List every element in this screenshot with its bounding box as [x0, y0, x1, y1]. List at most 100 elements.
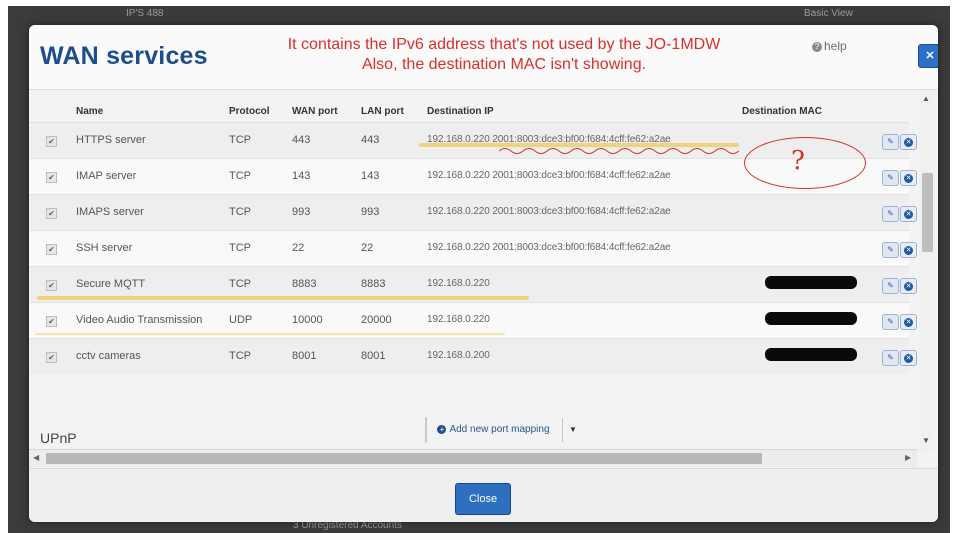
- modal-title: WAN services: [40, 42, 208, 70]
- modal-header: WAN services It contains the IPv6 addres…: [29, 25, 938, 90]
- remove-icon: ✕: [904, 138, 913, 147]
- row-protocol: UDP: [229, 314, 253, 326]
- edit-button[interactable]: ✎: [882, 170, 899, 186]
- row-wan-port: 443: [292, 134, 311, 146]
- row-lan-port: 8883: [361, 278, 386, 290]
- help-label: help: [824, 39, 847, 53]
- horizontal-scroll-thumb[interactable]: [46, 453, 762, 464]
- add-port-mapping-group: + Add new port mapping ▼: [425, 417, 577, 443]
- edit-icon: ✎: [887, 173, 894, 182]
- remove-icon: ✕: [904, 354, 913, 363]
- enabled-checkbox[interactable]: ✔: [46, 244, 57, 255]
- col-name: Name: [76, 106, 104, 117]
- row-destination-ip: 192.168.0.220: [427, 278, 490, 289]
- scroll-left-icon[interactable]: ◀: [33, 453, 39, 462]
- col-destination-mac: Destination MAC: [742, 106, 822, 117]
- row-name: Video Audio Transmission: [76, 314, 203, 326]
- missing-mac-circle: [744, 137, 866, 189]
- vertical-scroll-thumb[interactable]: [922, 173, 933, 252]
- help-link[interactable]: ? help: [812, 39, 847, 53]
- plus-icon: +: [437, 425, 447, 434]
- help-icon: ?: [812, 41, 822, 52]
- row-lan-port: 143: [361, 170, 380, 182]
- edit-icon: ✎: [887, 209, 894, 218]
- row-name: IMAPS server: [76, 206, 144, 218]
- red-squiggle-underline: [499, 148, 739, 154]
- col-wan-port: WAN port: [292, 106, 338, 117]
- table-row[interactable]: ✔ cctv cameras TCP 8001 8001 192.168.0.2…: [29, 338, 917, 374]
- delete-button[interactable]: ✕: [900, 314, 917, 330]
- row-protocol: TCP: [229, 170, 251, 182]
- row-protocol: TCP: [229, 242, 251, 254]
- question-mark-annotation: ?: [791, 146, 805, 176]
- row-destination-ip: 192.168.0.220: [427, 314, 490, 325]
- highlight-underline-mqtt: [37, 296, 529, 300]
- edit-button[interactable]: ✎: [882, 134, 899, 150]
- close-button[interactable]: Close: [455, 483, 511, 515]
- screenshot-annotation: It contains the IPv6 address that's not …: [269, 35, 739, 75]
- row-wan-port: 8001: [292, 350, 317, 362]
- delete-button[interactable]: ✕: [900, 278, 917, 294]
- modal-footer: Close: [29, 468, 938, 522]
- backdrop-top-right-label: Basic View: [804, 8, 853, 19]
- scroll-down-icon[interactable]: ▼: [922, 436, 930, 445]
- edit-icon: ✎: [887, 317, 894, 326]
- backdrop-top-left-label: IP'S 488: [126, 8, 164, 19]
- scroll-up-icon[interactable]: ▲: [922, 94, 930, 103]
- row-wan-port: 10000: [292, 314, 323, 326]
- edit-icon: ✎: [887, 281, 894, 290]
- remove-icon: ✕: [904, 318, 913, 327]
- delete-button[interactable]: ✕: [900, 206, 917, 222]
- add-port-mapping-label: Add new port mapping: [449, 424, 550, 435]
- row-lan-port: 443: [361, 134, 380, 146]
- row-destination-ip: 192.168.0.200: [427, 350, 490, 361]
- annotation-line-2: Also, the destination MAC isn't showing.: [361, 56, 647, 73]
- edit-button[interactable]: ✎: [882, 314, 899, 330]
- redacted-mac: [765, 276, 857, 289]
- delete-button[interactable]: ✕: [900, 242, 917, 258]
- add-mapping-dropdown-toggle[interactable]: ▼: [562, 418, 583, 442]
- edit-icon: ✎: [887, 245, 894, 254]
- delete-button[interactable]: ✕: [900, 134, 917, 150]
- scroll-right-icon[interactable]: ▶: [905, 453, 911, 462]
- modal-close-x-button[interactable]: ✕: [918, 44, 938, 68]
- close-icon: ✕: [925, 50, 935, 62]
- edit-button[interactable]: ✎: [882, 278, 899, 294]
- enabled-checkbox[interactable]: ✔: [46, 280, 57, 291]
- enabled-checkbox[interactable]: ✔: [46, 352, 57, 363]
- edit-button[interactable]: ✎: [882, 206, 899, 222]
- row-lan-port: 22: [361, 242, 374, 254]
- edit-button[interactable]: ✎: [882, 350, 899, 366]
- table-header: Name Protocol WAN port LAN port Destinat…: [29, 90, 917, 122]
- delete-button[interactable]: ✕: [900, 170, 917, 186]
- redacted-mac: [765, 312, 857, 325]
- enabled-checkbox[interactable]: ✔: [46, 208, 57, 219]
- edit-icon: ✎: [887, 353, 894, 362]
- col-destination-ip: Destination IP: [427, 106, 494, 117]
- col-protocol: Protocol: [229, 106, 270, 117]
- col-lan-port: LAN port: [361, 106, 404, 117]
- upnp-section-heading: UPnP: [40, 430, 77, 446]
- row-wan-port: 143: [292, 170, 311, 182]
- wan-services-modal: WAN services It contains the IPv6 addres…: [29, 25, 938, 522]
- enabled-checkbox[interactable]: ✔: [46, 172, 57, 183]
- edit-icon: ✎: [887, 137, 894, 146]
- table-row[interactable]: ✔ IMAPS server TCP 993 993 192.168.0.220…: [29, 194, 917, 230]
- edit-button[interactable]: ✎: [882, 242, 899, 258]
- enabled-checkbox[interactable]: ✔: [46, 136, 57, 147]
- row-protocol: TCP: [229, 134, 251, 146]
- enabled-checkbox[interactable]: ✔: [46, 316, 57, 327]
- horizontal-scrollbar[interactable]: ◀ ▶: [29, 449, 917, 467]
- row-protocol: TCP: [229, 278, 251, 290]
- row-wan-port: 993: [292, 206, 311, 218]
- add-port-mapping-button[interactable]: + Add new port mapping: [426, 418, 561, 442]
- row-name: cctv cameras: [76, 350, 141, 362]
- remove-icon: ✕: [904, 246, 913, 255]
- delete-button[interactable]: ✕: [900, 350, 917, 366]
- remove-icon: ✕: [904, 174, 913, 183]
- row-lan-port: 993: [361, 206, 380, 218]
- row-protocol: TCP: [229, 350, 251, 362]
- table-row[interactable]: ✔ SSH server TCP 22 22 192.168.0.220 200…: [29, 230, 917, 266]
- row-name: HTTPS server: [76, 134, 146, 146]
- vertical-scrollbar[interactable]: ▲ ▼: [919, 90, 935, 452]
